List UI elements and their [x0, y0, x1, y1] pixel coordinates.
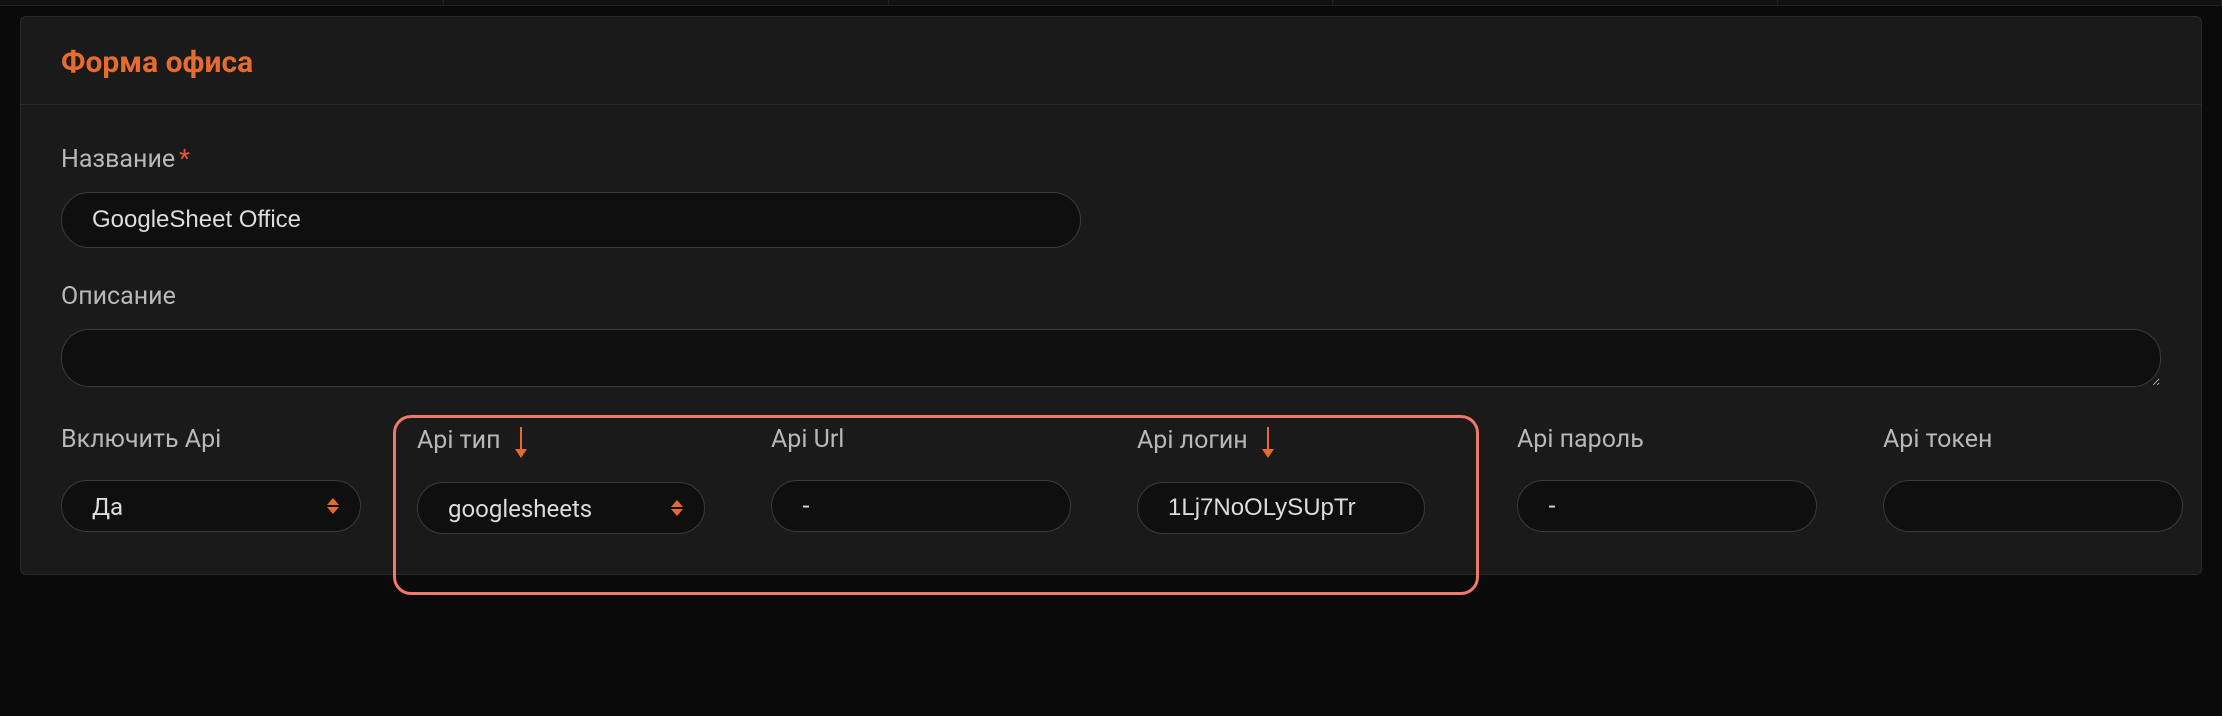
field-name: Название*	[61, 145, 2161, 248]
top-tab-strip	[0, 0, 2222, 6]
field-api-url: Api Url	[771, 425, 1071, 532]
field-api-pass: Api пароль	[1517, 425, 1817, 532]
api-pass-label: Api пароль	[1517, 425, 1817, 454]
arrow-down-icon	[515, 427, 527, 458]
panel-header: Форма офиса	[21, 17, 2201, 105]
api-type-label-text: Api тип	[417, 426, 501, 455]
name-label-text: Название	[61, 145, 175, 174]
description-label: Описание	[61, 282, 2161, 311]
api-token-input[interactable]	[1883, 480, 2183, 532]
field-api-login: Api логин	[1137, 425, 1425, 534]
field-api-token: Api токен	[1883, 425, 2183, 532]
api-url-label: Api Url	[771, 425, 1071, 454]
field-api-type: Api тип googlesheets	[417, 425, 705, 534]
panel-body: Название* Описание Включить Api Да	[21, 105, 2201, 574]
api-type-select[interactable]: googlesheets	[417, 482, 705, 534]
api-pass-input[interactable]	[1517, 480, 1817, 532]
field-enable-api: Включить Api Да	[61, 425, 361, 532]
enable-api-select[interactable]: Да	[61, 480, 361, 532]
enable-api-value: Да	[92, 493, 123, 521]
api-fields-row: Включить Api Да Api тип	[61, 425, 2161, 534]
required-asterisk: *	[179, 145, 190, 174]
office-form-panel: Форма офиса Название* Описание Включить …	[20, 16, 2202, 575]
field-description: Описание	[61, 282, 2161, 391]
api-type-label: Api тип	[417, 425, 705, 456]
api-login-label: Api логин	[1137, 425, 1425, 456]
description-textarea[interactable]	[61, 329, 2161, 387]
api-type-value: googlesheets	[448, 495, 592, 523]
arrow-down-icon	[1262, 427, 1274, 458]
name-label: Название*	[61, 145, 2161, 174]
api-login-input[interactable]	[1137, 482, 1425, 534]
name-input[interactable]	[61, 192, 1081, 248]
panel-title: Форма офиса	[61, 45, 2161, 80]
api-url-input[interactable]	[771, 480, 1071, 532]
api-token-label: Api токен	[1883, 425, 2183, 454]
enable-api-label: Включить Api	[61, 425, 361, 454]
api-login-label-text: Api логин	[1137, 426, 1248, 455]
